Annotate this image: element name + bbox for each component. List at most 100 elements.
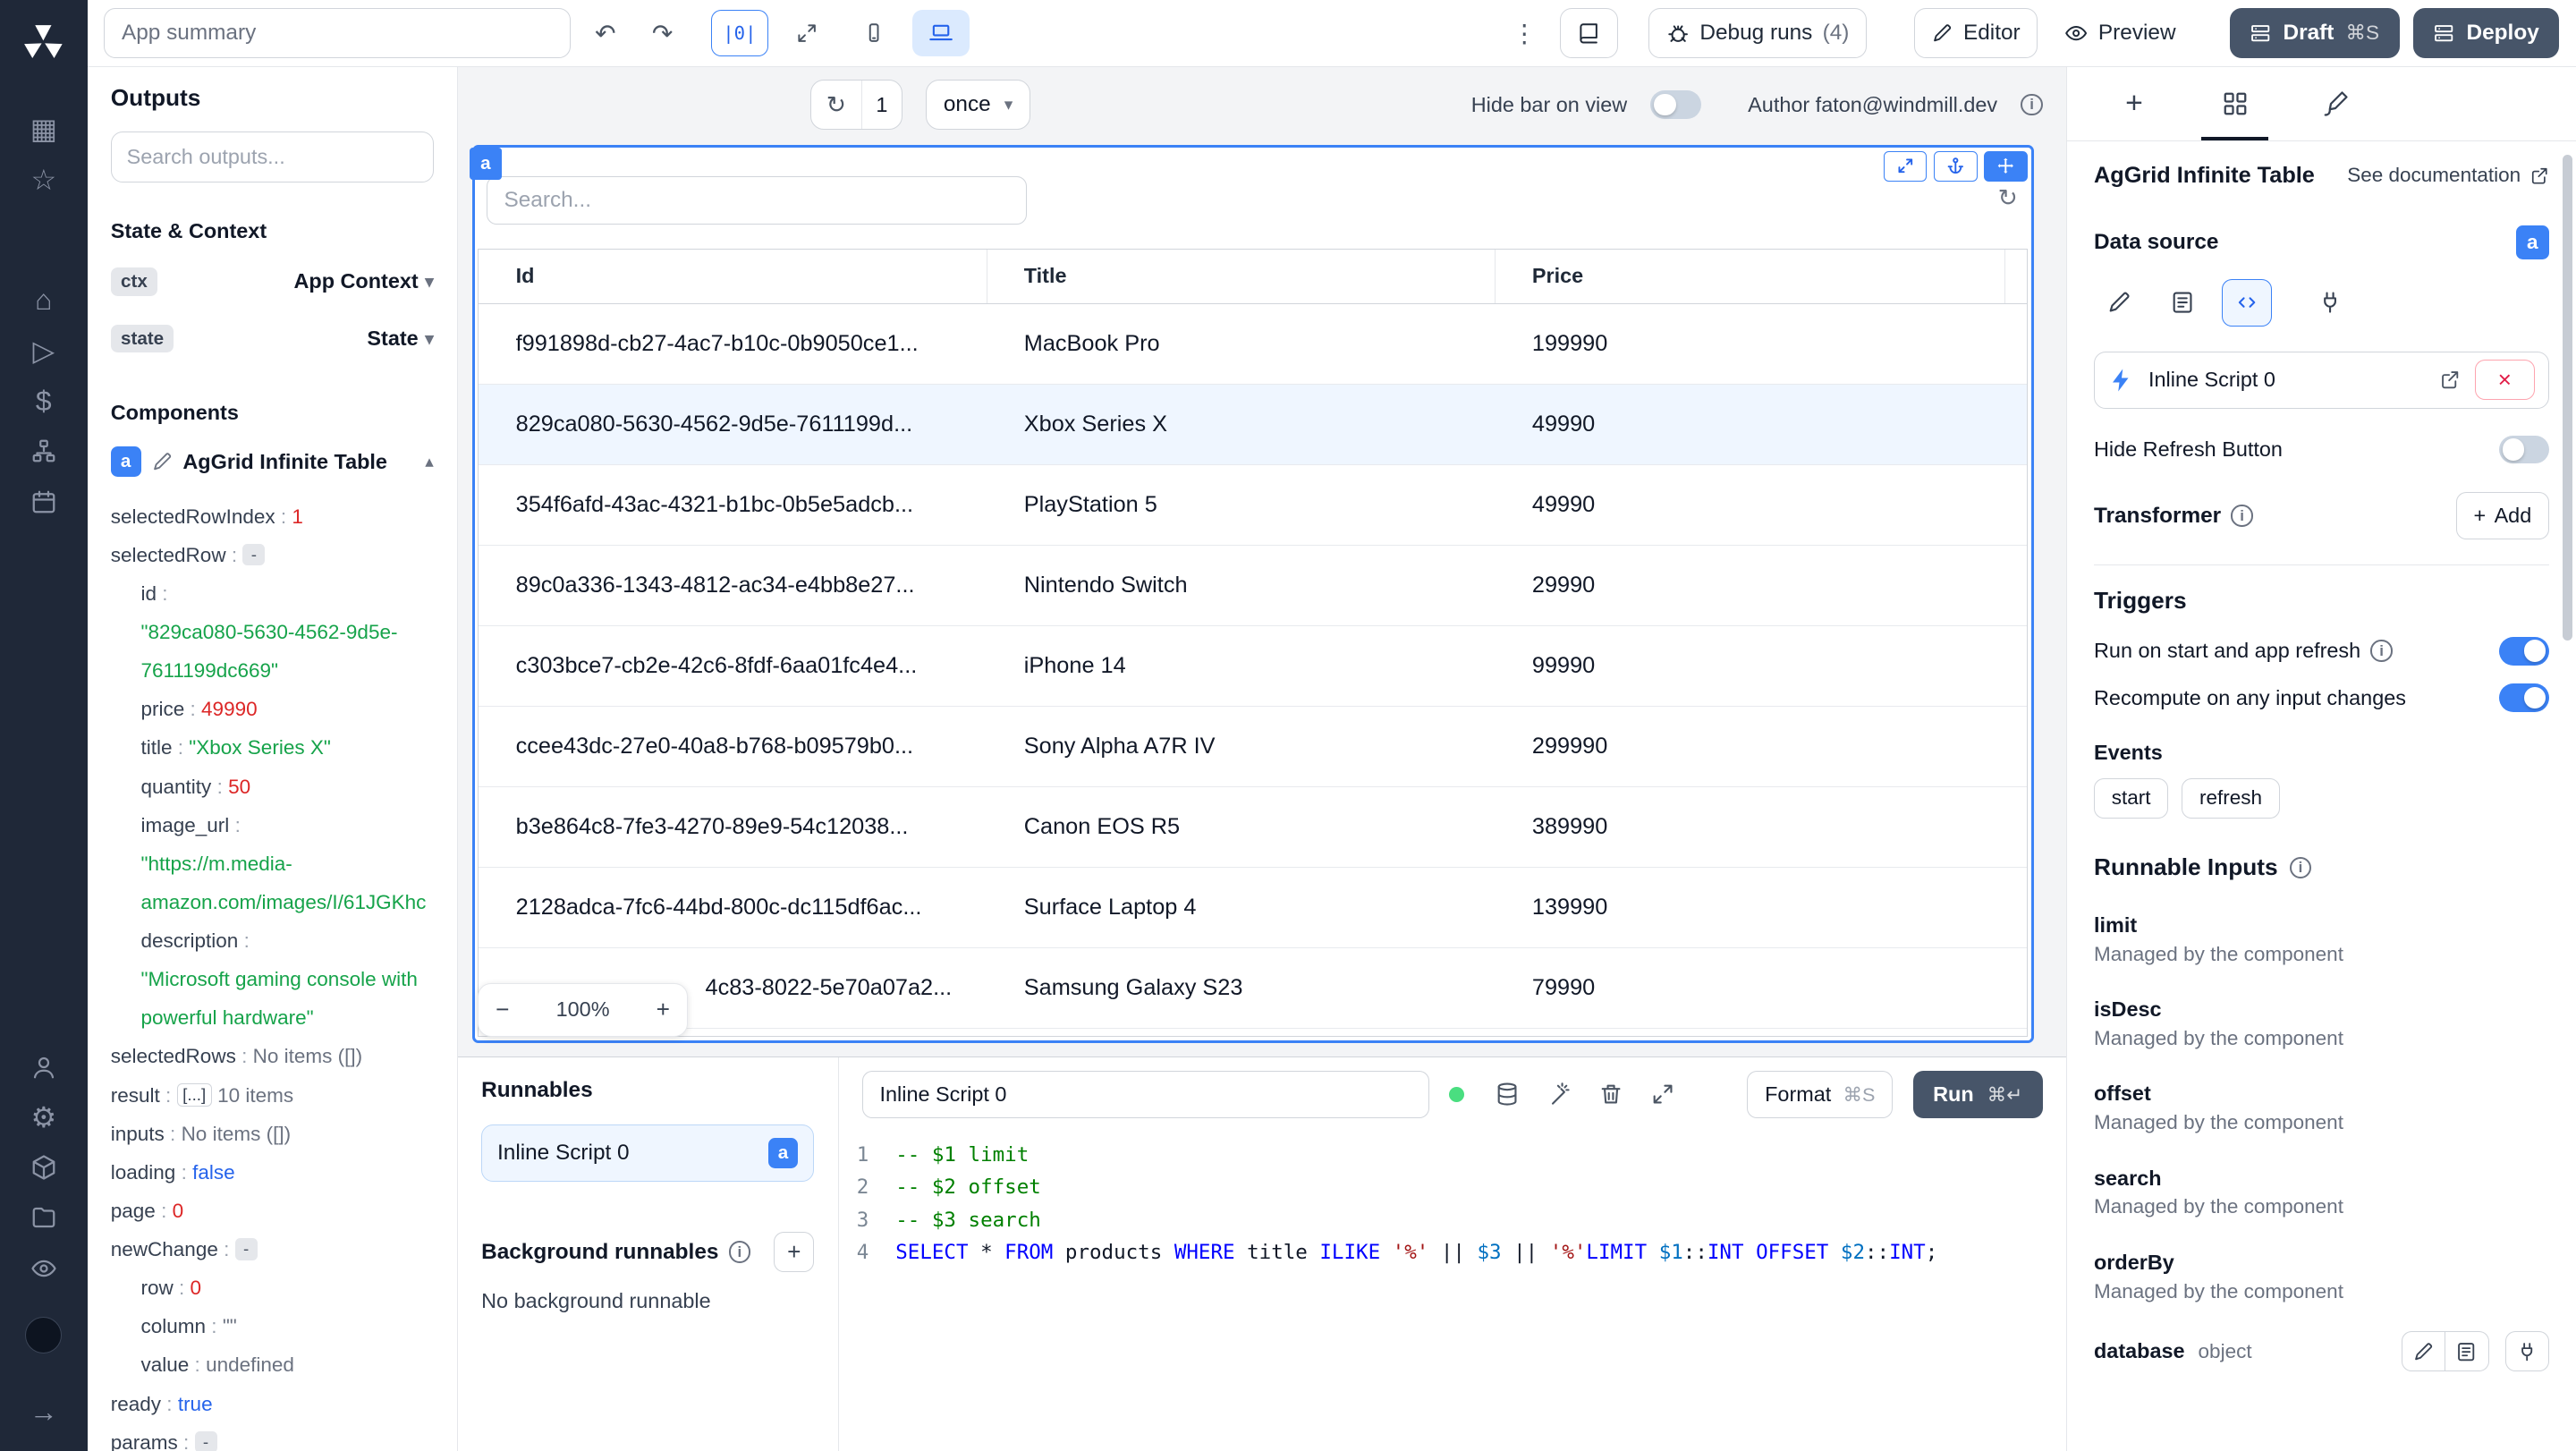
info-icon[interactable]: i xyxy=(728,1241,751,1263)
debug-runs-button[interactable]: Debug runs (4) xyxy=(1648,7,1868,59)
variables-nav-icon[interactable]: $ xyxy=(15,376,72,426)
output-tree-item[interactable]: params : - xyxy=(111,1423,434,1451)
pencil-icon[interactable] xyxy=(151,451,173,472)
outputs-search-input[interactable] xyxy=(110,132,434,182)
add-transformer-button[interactable]: + Add xyxy=(2455,492,2549,539)
database-icon[interactable] xyxy=(1495,1082,1520,1107)
table-row[interactable]: 2128adca-7fc6-44bd-800c-dc115df6ac... Sur… xyxy=(479,868,2027,949)
table-row[interactable]: 829ca080-5630-4562-9d5e-7611199d... Xbox … xyxy=(479,385,2027,466)
trash-icon[interactable] xyxy=(1598,1082,1623,1107)
anchor-handle[interactable] xyxy=(1933,150,1978,182)
run-on-start-toggle[interactable] xyxy=(2498,636,2549,666)
output-tree-item[interactable]: selectedRow : - xyxy=(111,536,434,574)
more-menu-button[interactable]: ⋮ xyxy=(1503,10,1546,57)
output-tree-item[interactable]: selectedRowIndex : 1 xyxy=(111,497,434,536)
refresh-interval-select[interactable]: once ▾ xyxy=(926,80,1030,131)
tab-component-settings[interactable] xyxy=(2201,67,2268,141)
output-tree-item[interactable]: image_url : "https://m.media-amazon.com/… xyxy=(111,806,434,921)
tab-insert-component[interactable]: + xyxy=(2114,67,2155,140)
inline-script-source-button[interactable] xyxy=(2221,279,2272,327)
draft-button[interactable]: Draft ⌘S xyxy=(2229,7,2400,59)
editor-tab-button[interactable]: Editor xyxy=(1913,7,2038,59)
table-row[interactable]: 4c83-8022-5e70a07a2... Samsung Galaxy S23… xyxy=(479,948,2027,1030)
output-tree-item[interactable]: title : "Xbox Series X" xyxy=(111,728,434,767)
table-row[interactable]: b3e864c8-7fe3-4270-89e9-54c12038... Canon… xyxy=(479,787,2027,869)
column-header-title[interactable]: Title xyxy=(987,249,1496,304)
app-summary-input[interactable] xyxy=(104,7,571,59)
settings-nav-icon[interactable]: ⚙ xyxy=(15,1092,72,1142)
output-tree-item[interactable]: id : "829ca080-5630-4562-9d5e-7611199dc6… xyxy=(111,574,434,690)
code-editor[interactable]: 1 -- $1 limit 2 -- $2 offset 3 -- $3 search 4 S… xyxy=(839,1132,2067,1451)
table-refresh-icon[interactable]: ↻ xyxy=(1998,184,2018,212)
event-badge[interactable]: refresh xyxy=(2182,777,2280,819)
script-name-input[interactable] xyxy=(861,1071,1429,1118)
output-tree-item[interactable]: quantity : 50 xyxy=(111,768,434,806)
output-tree-item[interactable]: inputs : No items ([]) xyxy=(111,1115,434,1153)
event-badge[interactable]: start xyxy=(2094,777,2169,819)
docs-button[interactable] xyxy=(1559,7,1619,59)
output-tree-item[interactable]: page : 0 xyxy=(111,1192,434,1230)
open-script-icon[interactable] xyxy=(2439,369,2461,390)
detach-script-button[interactable]: × xyxy=(2474,360,2535,401)
user-nav-icon[interactable] xyxy=(15,1041,72,1091)
expand-canvas-button[interactable] xyxy=(778,10,835,57)
runs-nav-icon[interactable]: ▷ xyxy=(15,326,72,376)
hide-refresh-toggle[interactable] xyxy=(2498,435,2549,464)
workspace-nav-icon[interactable] xyxy=(15,1142,72,1192)
schedules-nav-icon[interactable] xyxy=(15,477,72,527)
observability-nav-icon[interactable] xyxy=(15,1243,72,1293)
table-row[interactable]: f991898d-cb27-4ac7-b10c-0b9050ce1... MacB… xyxy=(479,304,2027,386)
zoom-in-button[interactable]: + xyxy=(657,996,670,1023)
redo-button[interactable]: ↷ xyxy=(640,10,684,57)
column-header-id[interactable]: Id xyxy=(479,249,987,304)
output-tree-item[interactable]: price : 49990 xyxy=(111,690,434,728)
tab-styling[interactable] xyxy=(2316,67,2356,140)
expand-handle[interactable] xyxy=(1883,150,1928,182)
output-tree-item[interactable]: newChange : - xyxy=(111,1230,434,1269)
collapse-rail-icon[interactable]: → xyxy=(15,1387,72,1438)
runnable-item[interactable]: Inline Script 0 a xyxy=(481,1124,815,1182)
output-tree-item[interactable]: loading : false xyxy=(111,1153,434,1192)
output-tree-item[interactable]: column : "" xyxy=(111,1307,434,1345)
apps-nav-icon[interactable]: ▦ xyxy=(15,104,72,154)
app-refresh-button[interactable]: ↻ xyxy=(811,81,861,129)
see-documentation-link[interactable]: See documentation xyxy=(2347,164,2549,187)
run-button[interactable]: Run ⌘↵ xyxy=(1912,1071,2043,1118)
favorites-nav-icon[interactable]: ☆ xyxy=(15,155,72,205)
windmill-logo-icon[interactable] xyxy=(19,17,69,67)
move-handle[interactable] xyxy=(1984,150,2028,182)
recompute-toggle[interactable] xyxy=(2498,683,2549,712)
column-header-price[interactable]: Price xyxy=(1496,249,2005,304)
canvas[interactable]: a ↻ Id Title xyxy=(458,142,2066,1056)
add-background-runnable-button[interactable]: + xyxy=(774,1232,815,1273)
template-button[interactable] xyxy=(2157,279,2207,327)
attached-script-row[interactable]: Inline Script 0 × xyxy=(2094,351,2549,409)
connect-input-button[interactable] xyxy=(2305,279,2355,327)
info-icon[interactable]: i xyxy=(2021,94,2043,116)
home-nav-icon[interactable]: ⌂ xyxy=(15,276,72,326)
table-row[interactable]: ccee43dc-27e0-40a8-b768-b09579b0... Sony … xyxy=(479,707,2027,788)
component-list-item[interactable]: a AgGrid Infinite Table ▴ xyxy=(110,442,434,482)
ctx-row[interactable]: ctx App Context ▾ xyxy=(110,263,434,300)
desktop-view-button[interactable] xyxy=(912,9,970,57)
info-icon[interactable]: i xyxy=(2289,856,2312,878)
output-tree-item[interactable]: row : 0 xyxy=(111,1269,434,1307)
info-icon[interactable]: i xyxy=(2370,640,2393,662)
deploy-button[interactable]: Deploy xyxy=(2412,7,2560,59)
hide-bar-toggle[interactable] xyxy=(1650,90,1701,120)
static-value-button[interactable] xyxy=(2094,279,2144,327)
output-tree-item[interactable]: result : [...] 10 items xyxy=(111,1076,434,1115)
ai-wand-icon[interactable] xyxy=(1546,1082,1572,1107)
config-sc rollbar[interactable] xyxy=(2561,144,2574,1451)
database-connect-button[interactable] xyxy=(2505,1331,2549,1372)
output-tree-item[interactable]: value : undefined xyxy=(111,1345,434,1384)
preview-tab-button[interactable]: Preview xyxy=(2051,8,2189,58)
zoom-out-button[interactable]: − xyxy=(496,996,509,1023)
undo-button[interactable]: ↶ xyxy=(584,10,628,57)
panel-layout-button[interactable]: |0| xyxy=(711,9,768,57)
database-template-button[interactable] xyxy=(2445,1331,2489,1372)
output-tree-item[interactable]: selectedRows : No items ([]) xyxy=(111,1037,434,1075)
table-search-input[interactable] xyxy=(486,175,1027,225)
info-icon[interactable]: i xyxy=(2231,505,2253,527)
aggrid-table-component[interactable]: a ↻ Id Title xyxy=(470,145,2034,1043)
